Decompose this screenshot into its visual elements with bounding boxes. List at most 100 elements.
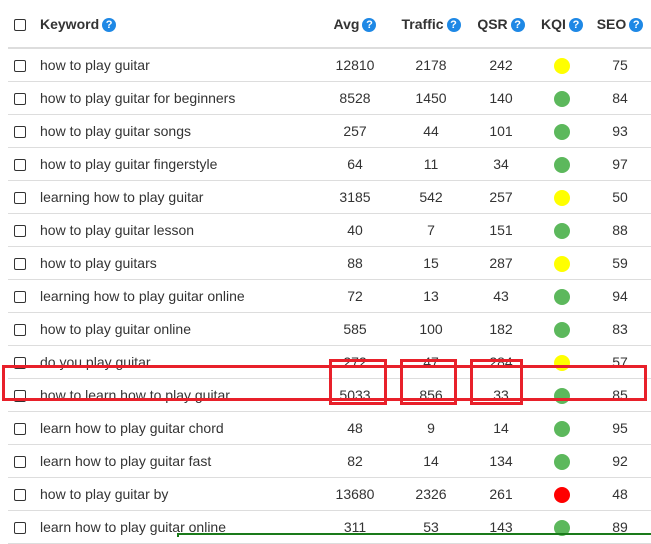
- qsr-cell: 33: [467, 378, 535, 412]
- table-row[interactable]: learn how to play guitar chord 48 9 14 95: [8, 411, 651, 445]
- table-row[interactable]: learn how to play guitar online 311 53 143 8…: [8, 510, 651, 544]
- keyword-cell[interactable]: learning how to play guitar: [32, 180, 315, 214]
- qsr-cell: 287: [467, 246, 535, 280]
- table-row[interactable]: learning how to play guitar online 72 13 43…: [8, 279, 651, 313]
- row-checkbox-cell: [8, 147, 32, 181]
- row-checkbox[interactable]: [14, 357, 26, 370]
- keyword-cell[interactable]: how to play guitar online: [32, 312, 315, 346]
- kqi-indicator-green: [554, 156, 570, 173]
- help-icon[interactable]: ?: [446, 17, 461, 32]
- row-checkbox-cell: [8, 81, 32, 115]
- table-row[interactable]: how to learn how to play guitar 5033 856 33…: [8, 378, 651, 412]
- kqi-indicator-green: [554, 387, 570, 404]
- seo-cell: 59: [589, 246, 651, 280]
- row-checkbox[interactable]: [14, 159, 26, 172]
- traffic-cell: 14: [395, 444, 467, 478]
- table-row[interactable]: how to play guitar lesson 40 7 151 88: [8, 213, 651, 247]
- row-checkbox[interactable]: [14, 456, 26, 469]
- header-keyword[interactable]: Keyword?: [32, 0, 315, 49]
- keyword-cell[interactable]: how to play guitar by: [32, 477, 315, 511]
- table-row[interactable]: how to play guitar online 585 100 182 83: [8, 312, 651, 346]
- header-seo-label: SEO: [596, 15, 627, 32]
- row-checkbox[interactable]: [14, 423, 26, 436]
- help-icon[interactable]: ?: [629, 17, 644, 32]
- qsr-cell: 284: [467, 345, 535, 379]
- table-row[interactable]: how to play guitar songs 257 44 101 93: [8, 114, 651, 148]
- header-avg[interactable]: Avg?: [315, 0, 395, 49]
- table-row[interactable]: how to play guitar 12810 2178 242 75: [8, 48, 651, 82]
- traffic-cell: 11: [395, 147, 467, 181]
- help-icon[interactable]: ?: [568, 17, 583, 32]
- header-kqi-label: KQI: [541, 15, 566, 32]
- help-icon[interactable]: ?: [510, 17, 525, 32]
- row-checkbox[interactable]: [14, 489, 26, 502]
- kqi-cell: [535, 345, 589, 379]
- seo-cell: 97: [589, 147, 651, 181]
- row-checkbox[interactable]: [14, 324, 26, 337]
- table-row[interactable]: learn how to play guitar fast 82 14 134 92: [8, 444, 651, 478]
- table-row[interactable]: how to play guitar by 13680 2326 261 48: [8, 477, 651, 511]
- keyword-table: Keyword? Avg? Traffic? QSR? KQI? SEO? ho…: [8, 0, 651, 544]
- kqi-indicator-green: [554, 420, 570, 437]
- kqi-cell: [535, 48, 589, 82]
- header-traffic[interactable]: Traffic?: [395, 0, 467, 49]
- seo-cell: 84: [589, 81, 651, 115]
- row-checkbox-cell: [8, 180, 32, 214]
- seo-cell: 50: [589, 180, 651, 214]
- qsr-cell: 134: [467, 444, 535, 478]
- keyword-cell[interactable]: how to play guitar lesson: [32, 213, 315, 247]
- header-traffic-label: Traffic: [401, 15, 444, 32]
- table-row[interactable]: how to play guitar for beginners 8528 1450…: [8, 81, 651, 115]
- header-qsr[interactable]: QSR?: [467, 0, 535, 49]
- traffic-cell: 542: [395, 180, 467, 214]
- help-icon[interactable]: ?: [102, 17, 117, 32]
- table-row[interactable]: how to play guitars 88 15 287 59: [8, 246, 651, 280]
- row-checkbox[interactable]: [14, 126, 26, 139]
- avg-cell: 13680: [315, 477, 395, 511]
- traffic-cell: 44: [395, 114, 467, 148]
- table-row[interactable]: how to play guitar fingerstyle 64 11 34 97: [8, 147, 651, 181]
- row-checkbox[interactable]: [14, 258, 26, 271]
- qsr-cell: 257: [467, 180, 535, 214]
- row-checkbox[interactable]: [14, 291, 26, 304]
- seo-cell: 88: [589, 213, 651, 247]
- qsr-cell: 151: [467, 213, 535, 247]
- row-checkbox[interactable]: [14, 60, 26, 73]
- table-row[interactable]: do you play guitar 272 47 284 57: [8, 345, 651, 379]
- keyword-cell[interactable]: do you play guitar: [32, 345, 315, 379]
- select-all-cell: [8, 0, 32, 49]
- row-checkbox-cell: [8, 477, 32, 511]
- row-checkbox[interactable]: [14, 390, 26, 403]
- avg-cell: 585: [315, 312, 395, 346]
- kqi-cell: [535, 213, 589, 247]
- kqi-cell: [535, 378, 589, 412]
- row-checkbox-cell: [8, 246, 32, 280]
- keyword-cell[interactable]: how to play guitar songs: [32, 114, 315, 148]
- avg-cell: 82: [315, 444, 395, 478]
- row-checkbox-cell: [8, 114, 32, 148]
- keyword-cell[interactable]: learn how to play guitar fast: [32, 444, 315, 478]
- keyword-cell[interactable]: learn how to play guitar chord: [32, 411, 315, 445]
- keyword-cell[interactable]: how to play guitar: [32, 48, 315, 82]
- header-seo[interactable]: SEO?: [589, 0, 651, 49]
- qsr-cell: 101: [467, 114, 535, 148]
- keyword-cell[interactable]: learning how to play guitar online: [32, 279, 315, 313]
- select-all-checkbox[interactable]: [14, 18, 26, 31]
- keyword-cell[interactable]: how to learn how to play guitar: [32, 378, 315, 412]
- header-kqi[interactable]: KQI?: [535, 0, 589, 49]
- kqi-cell: [535, 444, 589, 478]
- row-checkbox[interactable]: [14, 225, 26, 238]
- seo-cell: 94: [589, 279, 651, 313]
- keyword-cell[interactable]: how to play guitar for beginners: [32, 81, 315, 115]
- row-checkbox[interactable]: [14, 192, 26, 205]
- kqi-indicator-green: [554, 288, 570, 305]
- table-header-row: Keyword? Avg? Traffic? QSR? KQI? SEO?: [8, 0, 651, 49]
- help-icon[interactable]: ?: [362, 17, 377, 32]
- keyword-cell[interactable]: how to play guitars: [32, 246, 315, 280]
- row-checkbox[interactable]: [14, 93, 26, 106]
- row-checkbox[interactable]: [14, 522, 26, 535]
- qsr-cell: 140: [467, 81, 535, 115]
- keyword-cell[interactable]: how to play guitar fingerstyle: [32, 147, 315, 181]
- keyword-cell[interactable]: learn how to play guitar online: [32, 510, 315, 544]
- table-row[interactable]: learning how to play guitar 3185 542 257 50: [8, 180, 651, 214]
